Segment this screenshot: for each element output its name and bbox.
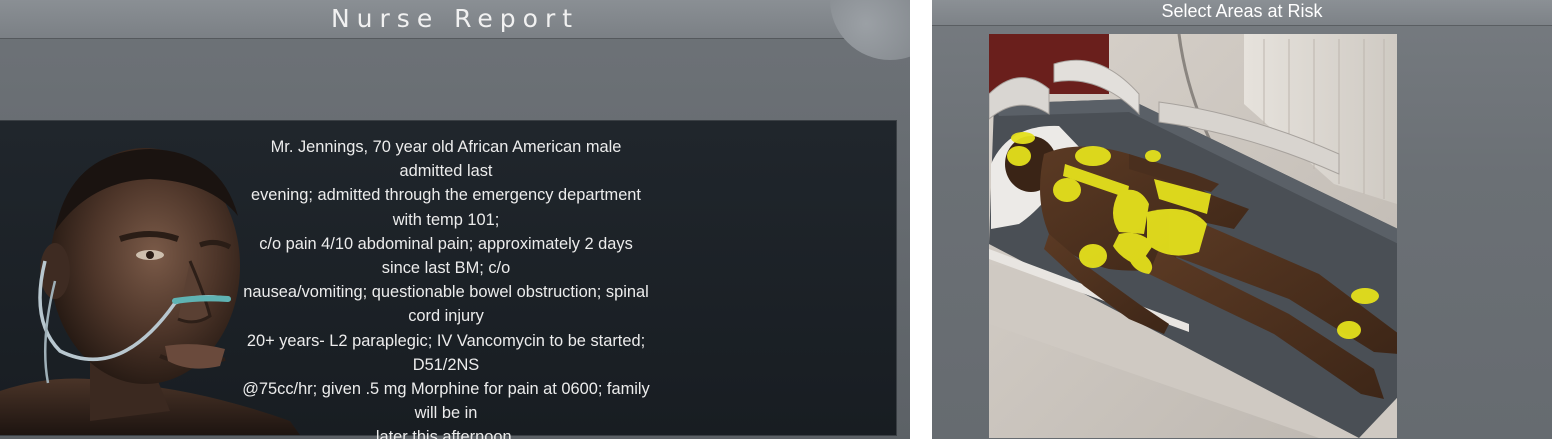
report-card: Mr. Jennings, 70 year old African Americ… — [0, 121, 896, 439]
report-line: Mr. Jennings, 70 year old African Americ… — [270, 138, 622, 181]
report-line: @75cc/hr; given .5 mg Morphine for pain … — [242, 380, 650, 423]
report-line: evening; admitted through the emergency … — [251, 186, 641, 229]
risk-area-shoulder-blade-left[interactable] — [1053, 178, 1081, 202]
report-line: nausea/vomiting; questionable bowel obst… — [243, 283, 649, 326]
report-line: 20+ years- L2 paraplegic; IV Vancomycin … — [246, 331, 646, 374]
risk-area-elbow[interactable] — [1079, 244, 1107, 268]
risk-area-heel-right[interactable] — [1337, 321, 1361, 339]
risk-selection-titlebar: Select Areas at Risk — [932, 0, 1552, 26]
nurse-report-text: Mr. Jennings, 70 year old African Americ… — [240, 135, 652, 439]
risk-area-cheek[interactable] — [1007, 146, 1031, 166]
risk-area-sacrum[interactable] — [1113, 189, 1149, 234]
risk-selection-panel: Select Areas at Risk — [932, 0, 1552, 439]
risk-area-ear[interactable] — [1011, 132, 1035, 144]
risk-area-heel-left[interactable] — [1351, 288, 1379, 304]
report-line: c/o pain 4/10 abdominal pain; approximat… — [259, 234, 633, 278]
nurse-report-title: Nurse Report — [330, 4, 580, 33]
risk-area-shoulder-blade-right[interactable] — [1075, 146, 1111, 166]
risk-selection-title: Select Areas at Risk — [1161, 1, 1323, 21]
nurse-report-titlebar: Nurse Report — [0, 0, 910, 60]
risk-area-spine-upper[interactable] — [1145, 150, 1161, 162]
nurse-report-panel: Nurse Report Mr. Jennings, 70 year old A… — [0, 0, 910, 439]
patient-bed-scene — [989, 34, 1397, 438]
report-line: later this afternoon. — [375, 428, 517, 439]
